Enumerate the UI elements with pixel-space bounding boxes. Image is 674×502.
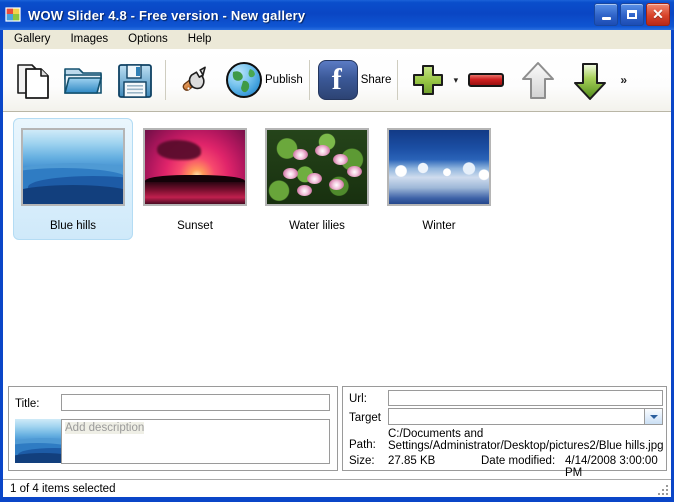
path-value: C:/Documents and Settings/Administrator/… [388,428,664,452]
add-images-button[interactable] [408,52,448,108]
blue-hills-artwork [23,130,123,204]
facebook-icon: f [317,60,358,100]
target-value [389,409,644,424]
title-label: Title: [15,398,40,410]
gallery-item-sunset[interactable]: Sunset [135,118,255,240]
gallery-item-blue-hills[interactable]: Blue hills [13,118,133,240]
thumbnail-caption: Winter [422,220,456,232]
maximize-icon [627,10,637,19]
globe-icon [226,62,262,98]
thumbnail-image [143,128,247,206]
properties-panel: Title: Add description Url: Target Path:… [3,382,671,479]
share-button[interactable]: f Share [317,52,392,108]
path-label: Path: [349,439,376,451]
water-lilies-artwork [267,130,367,204]
description-placeholder: Add description [65,422,145,434]
menu-bar: Gallery Images Options Help [3,30,671,49]
thumbnail-list: Blue hills Sunset Water lilies Winter [3,112,671,240]
minimize-button[interactable] [594,3,618,26]
new-gallery-button[interactable] [9,52,57,108]
open-gallery-button[interactable] [57,52,109,108]
open-folder-icon [63,63,103,97]
url-label: Url: [349,393,367,405]
description-input[interactable]: Add description [61,419,330,464]
remove-image-button[interactable] [460,52,512,108]
close-button[interactable]: ✕ [646,3,670,26]
properties-button[interactable] [172,52,224,108]
add-images-dropdown[interactable]: ▾ [448,52,460,108]
winter-artwork [389,130,489,204]
green-plus-icon [411,63,445,97]
image-details-left: Title: Add description [8,386,338,471]
title-bar: WOW Slider 4.8 - Free version - New gall… [0,0,674,30]
thumbnail-caption: Blue hills [49,220,97,232]
chevron-down-icon: ▾ [453,74,459,85]
toolbar: Publish f Share ▾ » [3,49,671,112]
thumbnail-image [265,128,369,206]
thumbnail-caption: Sunset [177,220,213,232]
status-text: 1 of 4 items selected [10,482,116,495]
app-icon [5,7,23,23]
resize-grip[interactable] [656,483,668,495]
target-select[interactable] [388,408,663,425]
toolbar-separator-2 [308,60,310,100]
menu-help[interactable]: Help [179,31,221,48]
move-down-button[interactable] [564,52,616,108]
date-modified-value: 4/14/2008 3:00:00 PM [565,455,658,479]
gallery-area: Blue hills Sunset Water lilies Winter [3,112,671,382]
target-label: Target [349,412,381,424]
sunset-artwork [145,130,245,204]
red-minus-icon [468,73,505,87]
image-details-right: Url: Target Path: C:/Documents and Setti… [342,386,667,479]
status-bar: 1 of 4 items selected [3,479,671,497]
floppy-save-icon [116,62,152,98]
toolbar-overflow-button[interactable]: » [620,73,627,87]
application-window: WOW Slider 4.8 - Free version - New gall… [0,0,674,502]
window-title: WOW Slider 4.8 - Free version - New gall… [28,7,306,23]
size-label: Size: [349,455,375,467]
chevron-down-icon[interactable] [644,409,662,424]
move-up-button[interactable] [512,52,564,108]
thumbnail-image [387,128,491,206]
maximize-button[interactable] [620,3,644,26]
gray-up-arrow-icon [521,60,555,100]
gallery-item-winter[interactable]: Winter [379,118,499,240]
toolbar-separator-3 [397,60,399,100]
close-icon: ✕ [652,6,664,22]
menu-gallery[interactable]: Gallery [5,31,59,48]
gallery-item-water-lilies[interactable]: Water lilies [257,118,377,240]
date-modified-label: Date modified: [481,455,556,467]
publish-label: Publish [265,74,303,86]
green-down-arrow-icon [573,60,607,100]
thumbnail-image [21,128,125,206]
save-gallery-button[interactable] [109,52,159,108]
toolbar-separator-1 [165,60,166,100]
menu-options[interactable]: Options [119,31,177,48]
wrench-icon [179,62,217,98]
minimize-icon [601,16,611,20]
window-controls: ✕ [594,3,670,26]
url-input[interactable] [388,390,663,406]
new-document-icon [15,61,51,99]
title-input[interactable] [61,394,330,411]
publish-button[interactable]: Publish [226,52,303,108]
menu-images[interactable]: Images [61,31,117,48]
share-label: Share [360,74,392,86]
size-value: 27.85 KB [388,455,436,467]
thumbnail-caption: Water lilies [289,220,345,232]
